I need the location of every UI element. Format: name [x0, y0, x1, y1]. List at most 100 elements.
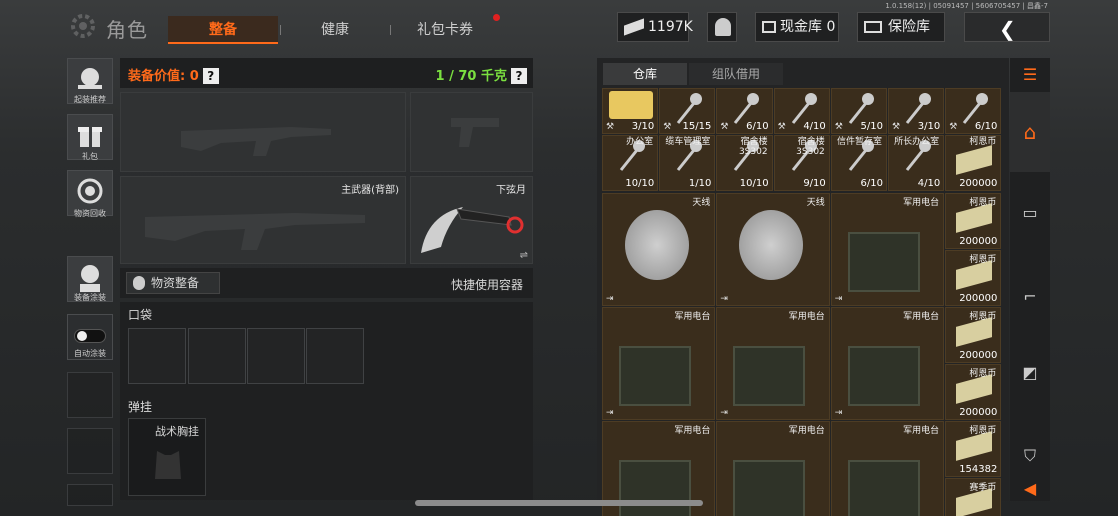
tab-team-borrow[interactable]: 组队借用	[689, 63, 783, 85]
karambit-icon	[421, 207, 524, 253]
trader-button[interactable]	[707, 12, 737, 42]
melee-name: 下弦月	[496, 185, 526, 196]
storage-item[interactable]: 4/10 ⚒	[773, 88, 830, 134]
tab-health[interactable]: 健康	[290, 16, 380, 44]
antenna-item[interactable]: 天线 ⇥	[602, 193, 716, 306]
tab-gift-cards[interactable]: 礼包卡券	[400, 16, 490, 44]
coin-item[interactable]: 赛季币	[945, 478, 1002, 516]
item-count: 154382	[959, 464, 998, 475]
tool-marker-icon: ⚒	[834, 122, 843, 132]
coin-item[interactable]: 柯恩币 200000	[945, 250, 1002, 306]
pistol-slot[interactable]	[410, 92, 533, 172]
item-count: 9/10	[803, 178, 826, 189]
storage-item[interactable]: 6/10 ⚒	[716, 88, 773, 134]
coin-item[interactable]: 柯恩币 200000	[945, 364, 1002, 420]
item-count: 6/10	[860, 178, 883, 189]
shirt-icon[interactable]: ⛉	[1010, 434, 1050, 478]
vault-icon	[762, 21, 776, 33]
storage-item[interactable]: 15/15 ⚒	[659, 88, 716, 134]
equip-value-header: 装备价值: 0? 1 / 70 千克?	[120, 58, 533, 88]
storage-item[interactable]: 3/10 ⚒	[888, 88, 945, 134]
tab-warehouse[interactable]: 仓库	[603, 63, 687, 85]
empty-slot	[67, 484, 113, 506]
auto-skin-toggle[interactable]	[74, 329, 106, 343]
storage-item[interactable]: 信件暂存室 6/10	[830, 135, 887, 191]
item-count: 6/10	[974, 121, 998, 132]
cash-vault-button[interactable]: 现金库 0	[755, 12, 839, 42]
radio-item[interactable]: 军用电台 ⇥	[716, 307, 830, 420]
storage-item[interactable]: 5/10 ⚒	[830, 88, 887, 134]
pocket-slot[interactable]	[247, 328, 305, 384]
pocket-slot[interactable]	[306, 328, 364, 384]
sort-icon[interactable]: ☰	[1010, 58, 1050, 90]
rig-item-name: 战术胸挂	[155, 425, 199, 438]
swap-icon[interactable]: ⇌	[520, 250, 528, 261]
key-icon	[905, 93, 931, 124]
empty-slot	[67, 372, 113, 418]
storage-item[interactable]: 所长办公室 4/10	[888, 135, 945, 191]
currency-display[interactable]: 1197K	[617, 12, 693, 42]
radio-item[interactable]: 军用电台 ⇥	[830, 307, 945, 420]
horizontal-scrollbar[interactable]	[415, 500, 703, 506]
pocket-slot[interactable]	[128, 328, 186, 384]
antenna-item[interactable]: 天线 ⇥	[716, 193, 830, 306]
radio-item[interactable]: 军用电台	[716, 421, 830, 516]
storage-item[interactable]: 办公室 10/10	[602, 135, 659, 191]
person-icon	[715, 18, 731, 36]
page-title: 角色	[106, 18, 148, 42]
top-bar: 角色 整备 健康 礼包卡券 1197K 现金库 0 保险库 ❮ 1.0.158(…	[0, 0, 1118, 55]
supply-button[interactable]: 物资整备	[126, 272, 220, 294]
collapse-icon[interactable]: ◀	[1010, 474, 1050, 502]
item-name: 信件暂存室	[836, 137, 882, 147]
tab-equip[interactable]: 整备	[168, 16, 278, 44]
home-icon[interactable]: ⌂	[1010, 92, 1050, 172]
item-count: 1/10	[688, 178, 712, 189]
item-count: 200000	[959, 407, 998, 418]
coin-item[interactable]: 柯恩币 154382	[945, 421, 1002, 477]
equip-value: 装备价值: 0?	[128, 65, 219, 84]
coin-item[interactable]: 柯恩币 200000	[945, 193, 1002, 249]
gift-label: 礼包	[82, 152, 98, 161]
tool-marker-icon: ⚒	[663, 122, 672, 132]
back-button[interactable]: ❮	[964, 12, 1050, 42]
pocket-label: 口袋	[128, 308, 153, 322]
tool-marker-icon: ⚒	[949, 122, 958, 132]
help-icon[interactable]: ?	[202, 68, 219, 84]
character-gear-icon	[66, 12, 100, 40]
loadout-recommend-label: 起装推荐	[74, 95, 106, 104]
equip-marker-icon: ⇥	[606, 408, 614, 418]
box-icon[interactable]: ◩	[1010, 350, 1050, 394]
storage-item[interactable]: 6/10 ⚒	[945, 88, 1002, 134]
radio-item[interactable]: 军用电台 ⇥	[602, 307, 716, 420]
item-count: 10/10	[739, 178, 769, 189]
pocket-slot[interactable]	[188, 328, 246, 384]
coin-item[interactable]: 柯恩币 200000	[945, 135, 1002, 191]
back-weapon-label: 主武器(背部)	[341, 185, 399, 196]
item-name: 宿舍楼 3S302	[738, 137, 768, 157]
helmet-icon	[133, 276, 145, 290]
radio-item[interactable]: 军用电台	[830, 421, 945, 516]
equip-marker-icon: ⇥	[834, 408, 843, 418]
storage-item[interactable]: 宿舍楼 3S302 10/10	[716, 135, 773, 191]
primary-weapon-slot[interactable]	[120, 92, 406, 172]
quick-container-label[interactable]: 快捷使用容器	[451, 276, 523, 293]
storage-item[interactable]: 宿舍楼 3S302 9/10	[773, 135, 830, 191]
safe-button[interactable]: 保险库	[857, 12, 945, 42]
melee-slot[interactable]: 下弦月 ⇌	[410, 176, 533, 264]
item-name: 柯恩币	[969, 426, 997, 436]
coin-item[interactable]: 柯恩币 200000	[945, 307, 1002, 363]
rifle-icon[interactable]: ⌐	[1010, 274, 1050, 318]
back-weapon-slot[interactable]: 主武器(背部)	[120, 176, 406, 264]
rig-slot[interactable]: 战术胸挂	[128, 418, 206, 496]
item-count: 6/10	[746, 121, 769, 132]
storage-item[interactable]: 缆车管理室 1/10	[659, 135, 716, 191]
radio-item[interactable]: 军用电台 ⇥	[830, 193, 945, 306]
equip-marker-icon: ⇥	[834, 294, 843, 304]
vest-icon	[155, 451, 181, 479]
help-icon[interactable]: ?	[511, 68, 527, 84]
skin-label: 装备涂装	[74, 293, 106, 302]
item-count: 3/10	[631, 121, 655, 132]
chest-icon[interactable]: ▭	[1010, 190, 1050, 234]
rig-label: 弹挂	[128, 400, 153, 414]
storage-item[interactable]: 3/10 ⚒	[602, 88, 659, 134]
